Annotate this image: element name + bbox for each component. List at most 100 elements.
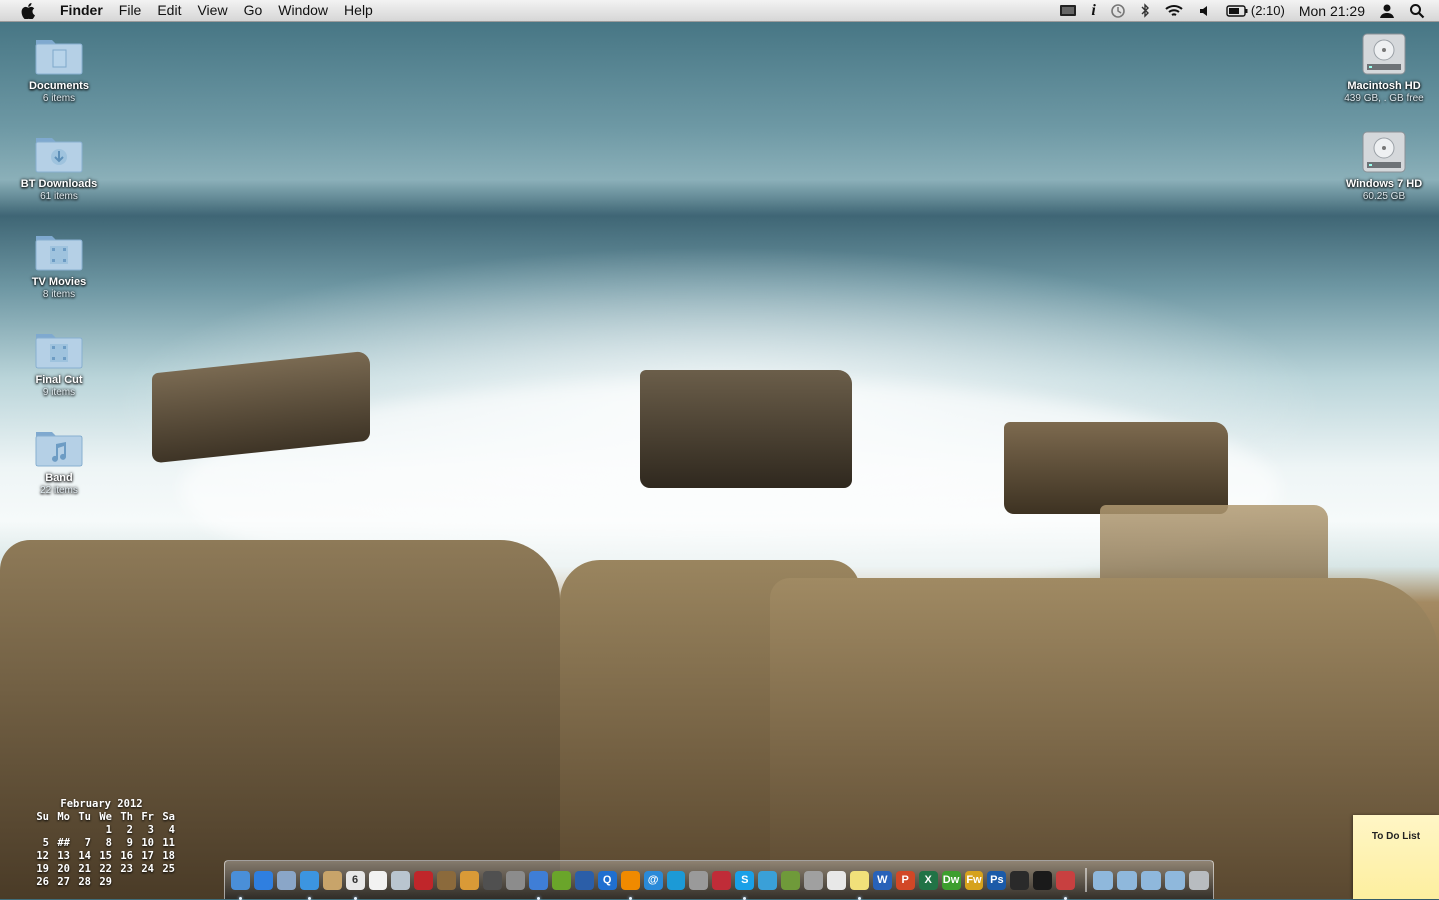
chess-icon[interactable] xyxy=(712,870,732,890)
desktop-icon-band[interactable]: Band 22 items xyxy=(4,424,114,497)
battery-time: (2:10) xyxy=(1250,3,1285,18)
network-icon[interactable] xyxy=(574,870,594,890)
flag-icon[interactable] xyxy=(1056,870,1076,900)
skype-icon[interactable]: S xyxy=(735,870,755,900)
desktop-icon-label: TV Movies xyxy=(31,276,87,288)
safari-icon[interactable] xyxy=(299,870,319,900)
battery-icon xyxy=(1226,4,1248,17)
rock xyxy=(770,578,1439,899)
calendar-day: 4 xyxy=(168,824,175,836)
vlc-icon[interactable] xyxy=(620,870,640,900)
excel-icon[interactable]: X xyxy=(918,870,938,890)
user-icon[interactable] xyxy=(1379,3,1395,19)
display-icon[interactable] xyxy=(1059,4,1077,18)
calendar-day: 29 xyxy=(99,876,112,888)
photo-booth-icon[interactable] xyxy=(414,870,434,890)
calendar-weekday: Su xyxy=(36,811,49,823)
calendar-day: 14 xyxy=(78,850,91,862)
calendar-title: February 2012 xyxy=(60,798,143,810)
calendar-day: 26 xyxy=(36,876,49,888)
app-store-icon[interactable] xyxy=(253,870,273,890)
menu-view[interactable]: View xyxy=(189,0,235,21)
mail-stamp-icon[interactable] xyxy=(391,870,411,890)
menu-edit[interactable]: Edit xyxy=(149,0,189,21)
desktop-icon-tv-movies[interactable]: TV Movies 8 items xyxy=(4,228,114,301)
powerpoint-icon[interactable]: P xyxy=(895,870,915,890)
spotify-icon[interactable] xyxy=(551,870,571,890)
menu-file[interactable]: File xyxy=(111,0,150,21)
downloads-folder-icon xyxy=(34,130,84,174)
stack-folder-icon[interactable] xyxy=(1164,870,1185,890)
address-book-icon[interactable] xyxy=(322,870,342,890)
quicktime-icon[interactable]: Q xyxy=(597,870,617,890)
stickies-icon[interactable] xyxy=(849,870,869,900)
calendar-day xyxy=(112,876,133,889)
stack-folder-icon[interactable] xyxy=(1093,870,1114,890)
menu-bar: Finder File Edit View Go Window Help i (… xyxy=(0,0,1439,22)
calendar-day xyxy=(28,824,49,837)
volume-icon[interactable] xyxy=(1198,4,1212,18)
apple-menu-icon[interactable] xyxy=(20,2,36,19)
snow-icon[interactable] xyxy=(666,870,686,890)
menu-help[interactable]: Help xyxy=(336,0,381,21)
photoshop-icon[interactable]: Ps xyxy=(987,870,1007,890)
calendar-day: 3 xyxy=(147,824,154,836)
screenshot-icon[interactable] xyxy=(689,870,709,890)
ical-icon[interactable]: 6 xyxy=(345,870,365,900)
bluetooth-icon[interactable] xyxy=(1140,3,1150,18)
calendar-weekday: Fr xyxy=(141,811,154,823)
iphoto-icon[interactable] xyxy=(437,870,457,890)
desktop-icon-windows-7-hd[interactable]: Windows 7 HD 60.25 GB xyxy=(1329,130,1439,203)
calendar-weekday: We xyxy=(99,811,112,823)
calendar-day: 2 xyxy=(126,824,133,836)
time-machine-icon[interactable] xyxy=(1110,3,1126,19)
dvd-player-icon[interactable] xyxy=(483,870,503,890)
desktop-icon-label: Windows 7 HD xyxy=(1345,178,1423,190)
wifi-icon[interactable] xyxy=(1164,3,1184,18)
battery-status[interactable]: (2:10) xyxy=(1226,3,1285,18)
imovie-icon[interactable] xyxy=(506,870,525,890)
desktop-icon-final-cut[interactable]: Final Cut 9 items xyxy=(4,326,114,399)
textedit-icon[interactable] xyxy=(368,870,388,890)
desktop-icon-documents[interactable]: Documents 6 items xyxy=(4,32,114,105)
script-icon[interactable] xyxy=(826,870,846,890)
itunes-icon[interactable] xyxy=(528,870,548,900)
garageband-icon[interactable] xyxy=(460,870,480,890)
calendar-day: 22 xyxy=(99,863,112,875)
info-icon[interactable]: i xyxy=(1091,2,1095,20)
spotlight-icon[interactable] xyxy=(1409,3,1425,19)
preview-icon[interactable] xyxy=(276,870,296,890)
movies-folder-icon xyxy=(34,228,84,272)
calendar-day: 13 xyxy=(57,850,70,862)
calendar-weekday: Mo xyxy=(57,811,70,823)
word-icon[interactable]: W xyxy=(872,870,892,890)
stack-folder-icon[interactable] xyxy=(1140,870,1161,890)
desktop-icon-bt-downloads[interactable]: BT Downloads 61 items xyxy=(4,130,114,203)
at-icon[interactable]: @ xyxy=(643,870,663,890)
calendar-day: 11 xyxy=(162,837,175,849)
dreamweaver-icon[interactable]: Dw xyxy=(941,870,961,890)
archive-icon[interactable] xyxy=(804,870,823,890)
clock[interactable]: Mon 21:29 xyxy=(1299,3,1365,19)
calendar-day: 10 xyxy=(141,837,154,849)
menu-go[interactable]: Go xyxy=(236,0,271,21)
sticky-note[interactable]: To Do List xyxy=(1353,815,1439,899)
desktop-icon-sublabel: 8 items xyxy=(42,289,76,300)
desktop-icon-macintosh-hd[interactable]: Macintosh HD 439 GB, . GB free xyxy=(1329,32,1439,105)
dashboard-icon[interactable] xyxy=(758,870,778,890)
calendar-day xyxy=(70,824,91,837)
calendar-day: 24 xyxy=(141,863,154,875)
terminal-icon[interactable] xyxy=(1033,870,1053,890)
calendar-day: 12 xyxy=(36,850,49,862)
plant-icon[interactable] xyxy=(781,870,801,890)
activity-monitor-icon[interactable] xyxy=(1010,870,1030,890)
calendar-day: 16 xyxy=(120,850,133,862)
finder-icon[interactable] xyxy=(231,870,250,900)
app-menu-finder[interactable]: Finder xyxy=(52,0,111,21)
stack-folder-icon[interactable] xyxy=(1117,870,1137,890)
fireworks-icon[interactable]: Fw xyxy=(964,870,984,890)
menu-window[interactable]: Window xyxy=(270,0,336,21)
calendar-day: 17 xyxy=(141,850,154,862)
desktop-icon-label: Documents xyxy=(29,80,89,92)
trash-icon[interactable] xyxy=(1188,870,1209,890)
